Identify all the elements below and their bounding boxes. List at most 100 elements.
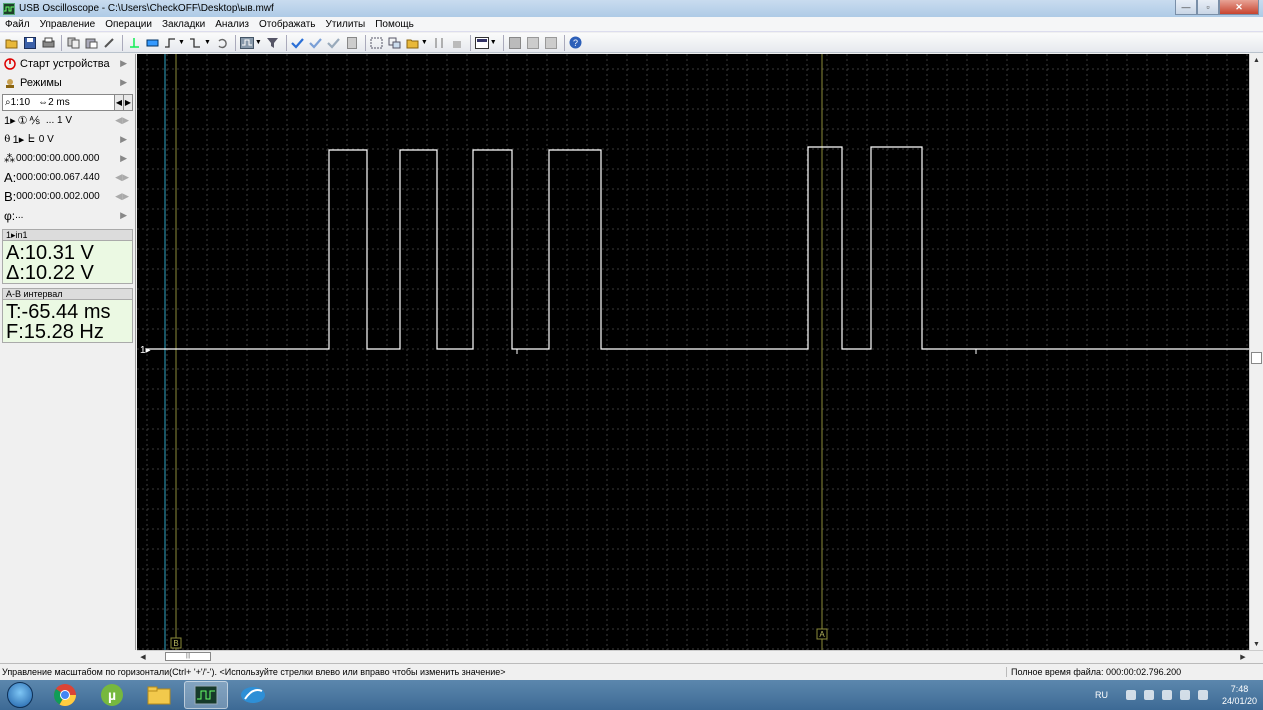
time-offset-item[interactable]: ⁂ 000:00:00.000.000 ▶ bbox=[0, 149, 135, 168]
menu-view[interactable]: Отображать bbox=[254, 19, 320, 30]
horizontal-scroll-thumb[interactable]: ||| bbox=[165, 652, 211, 661]
check-all-icon[interactable] bbox=[308, 35, 324, 51]
tray-network-icon[interactable] bbox=[1161, 690, 1172, 700]
status-hint: Управление масштабом по горизонтали(Ctrl… bbox=[2, 667, 506, 677]
tray-arrow-icon[interactable] bbox=[1125, 690, 1136, 700]
phase-item[interactable]: φ: ... ▶ bbox=[0, 206, 135, 225]
oscilloscope-display[interactable]: B A 1▸ bbox=[137, 54, 1249, 650]
timebase-decrease-button[interactable]: ◀ bbox=[114, 95, 123, 110]
horizontal-scrollbar[interactable]: ◀ ||| ▶ bbox=[137, 650, 1263, 662]
menu-file[interactable]: Файл bbox=[0, 19, 35, 30]
tray-flag-icon[interactable] bbox=[1143, 690, 1154, 700]
channel-icon[interactable] bbox=[144, 35, 160, 51]
undo-icon[interactable] bbox=[214, 35, 230, 51]
start-button[interactable] bbox=[0, 680, 40, 710]
page-icon[interactable] bbox=[344, 35, 360, 51]
dropdown-arrow-icon[interactable]: ▼ bbox=[204, 39, 211, 46]
menu-control[interactable]: Управление bbox=[35, 19, 101, 30]
cursor-b-item[interactable]: B: 000:00:00.002.000 ◀▶ bbox=[0, 187, 135, 206]
dropdown-arrow-icon[interactable]: ▼ bbox=[490, 39, 497, 46]
scroll-right-icon[interactable]: ▶ bbox=[1237, 651, 1249, 662]
modes-item[interactable]: Режимы ▶ bbox=[0, 73, 135, 92]
copy-icon[interactable] bbox=[65, 35, 81, 51]
help-icon[interactable]: ? bbox=[568, 35, 584, 51]
spin-arrows-icon[interactable]: ◀▶ bbox=[115, 115, 129, 126]
check-icon[interactable] bbox=[290, 35, 306, 51]
cursor-b-icon[interactable] bbox=[449, 35, 465, 51]
filter-icon[interactable] bbox=[265, 35, 281, 51]
waveform-icon[interactable] bbox=[239, 35, 255, 51]
close-button[interactable]: ✕ bbox=[1219, 0, 1259, 15]
spin-arrows-icon[interactable]: ◀▶ bbox=[115, 172, 129, 183]
menu-bookmarks[interactable]: Закладки bbox=[157, 19, 210, 30]
power-icon bbox=[4, 57, 16, 70]
cursor-b-label: B: bbox=[4, 189, 17, 204]
cursor-a-icon[interactable] bbox=[431, 35, 447, 51]
taskbar-utorrent[interactable]: µ bbox=[90, 681, 134, 709]
toolbar-separator bbox=[563, 34, 565, 51]
check-next-icon[interactable] bbox=[326, 35, 342, 51]
dropdown-arrow-icon[interactable]: ▼ bbox=[178, 39, 185, 46]
trigger-item[interactable]: ⍬ 1▸ ᖶ 0 V ▶ bbox=[0, 130, 135, 149]
toolbar-separator bbox=[364, 34, 366, 51]
display-mode-icon[interactable] bbox=[474, 35, 490, 51]
oscilloscope-app-icon bbox=[3, 2, 15, 15]
dropdown-arrow-icon[interactable]: ▼ bbox=[421, 39, 428, 46]
start-device-item[interactable]: Старт устройства ▶ bbox=[0, 54, 135, 73]
scope-canvas[interactable]: B A 1▸ bbox=[137, 54, 1249, 650]
channel-scale-item[interactable]: 1▸ ① ⅍ ... 1 V ◀▶ bbox=[0, 111, 135, 130]
menu-operations[interactable]: Операции bbox=[100, 19, 157, 30]
save-icon[interactable] bbox=[22, 35, 38, 51]
toolbar: ▼ ▼ ▼ ▼ ▼ ? bbox=[0, 33, 1263, 53]
print-icon[interactable] bbox=[40, 35, 56, 51]
export-icon[interactable] bbox=[405, 35, 421, 51]
utorrent-icon: µ bbox=[101, 684, 123, 706]
zoom-region-icon[interactable] bbox=[387, 35, 403, 51]
trigger-icon[interactable] bbox=[126, 35, 142, 51]
folder-icon bbox=[147, 686, 171, 705]
dropdown-arrow-icon[interactable]: ▼ bbox=[255, 39, 262, 46]
minimize-button[interactable]: — bbox=[1175, 0, 1197, 15]
channel-1-marker[interactable]: 1▸ bbox=[140, 345, 151, 356]
paste-icon[interactable] bbox=[83, 35, 99, 51]
open-folder-icon[interactable] bbox=[4, 35, 20, 51]
spin-arrows-icon[interactable]: ◀▶ bbox=[115, 191, 129, 202]
panel-icon[interactable] bbox=[507, 35, 523, 51]
toolbar-separator bbox=[285, 34, 287, 51]
edge-rise-icon[interactable] bbox=[162, 35, 178, 51]
scroll-left-icon[interactable]: ◀ bbox=[137, 651, 149, 662]
panel3-icon[interactable] bbox=[543, 35, 559, 51]
maximize-button[interactable]: ▫ bbox=[1197, 0, 1219, 15]
menu-utilities[interactable]: Утилиты bbox=[321, 19, 371, 30]
edge-fall-icon[interactable] bbox=[188, 35, 204, 51]
zoom-timebase-control[interactable]: ⌕ 1:10 ⇔ 2 ms ◀ ▶ bbox=[2, 94, 133, 111]
vertical-scrollbar[interactable]: ▲ ▼ bbox=[1249, 54, 1263, 650]
period-readout: T:-65.44 ms bbox=[6, 301, 111, 323]
toolbar-separator bbox=[469, 34, 471, 51]
chevron-right-icon: ▶ bbox=[120, 210, 127, 220]
measure-icon[interactable] bbox=[101, 35, 117, 51]
taskbar-oscilloscope[interactable] bbox=[184, 681, 228, 709]
scroll-down-icon[interactable]: ▼ bbox=[1250, 638, 1263, 650]
clock[interactable]: 7:48 24/01/20 bbox=[1222, 683, 1257, 707]
vertical-scroll-thumb[interactable] bbox=[1251, 352, 1262, 364]
menu-analysis[interactable]: Анализ bbox=[210, 19, 254, 30]
channel-scale-value: ... 1 V bbox=[45, 115, 73, 126]
taskbar-explorer[interactable] bbox=[137, 681, 181, 709]
panel2-icon[interactable] bbox=[525, 35, 541, 51]
timebase-increase-button[interactable]: ▶ bbox=[123, 95, 132, 110]
taskbar-app[interactable] bbox=[231, 681, 275, 709]
language-indicator[interactable]: RU bbox=[1095, 690, 1108, 700]
tray-signal-icon[interactable] bbox=[1197, 690, 1208, 700]
scroll-up-icon[interactable]: ▲ bbox=[1250, 54, 1263, 66]
menu-help[interactable]: Помощь bbox=[370, 19, 419, 30]
scope-grid bbox=[137, 54, 1249, 650]
control-panel: Старт устройства ▶ Режимы ▶ ⌕ 1:10 ⇔ 2 m… bbox=[0, 54, 136, 650]
tray-volume-icon[interactable] bbox=[1179, 690, 1190, 700]
channel-1-trace bbox=[147, 146, 1249, 350]
cursor-a-item[interactable]: A: 000:00:00.067.440 ◀▶ bbox=[0, 168, 135, 187]
menu-bar: Файл Управление Операции Закладки Анализ… bbox=[0, 17, 1263, 32]
zoom-fit-icon[interactable] bbox=[369, 35, 385, 51]
svg-text:µ: µ bbox=[108, 687, 116, 703]
taskbar-chrome[interactable] bbox=[43, 681, 87, 709]
